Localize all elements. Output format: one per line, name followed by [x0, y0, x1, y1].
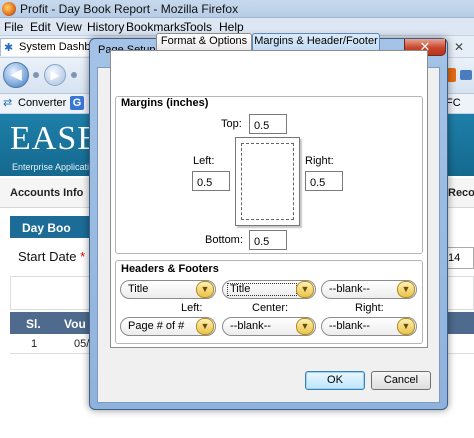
tab-close-icon[interactable]: ✕: [452, 40, 466, 54]
browser-tab-label: System Dashbo: [19, 41, 97, 53]
right-margin-input[interactable]: [305, 171, 343, 191]
menu-file[interactable]: File: [4, 20, 23, 34]
left-margin-input[interactable]: [192, 171, 230, 191]
nav-accounts-info[interactable]: Accounts Info: [10, 187, 83, 199]
margins-group-title: Margins (inches): [119, 97, 211, 109]
left-margin-label: Left:: [193, 155, 215, 167]
dropdown-dot-icon[interactable]: [33, 72, 39, 78]
menu-bookmarks[interactable]: Bookmarks: [126, 20, 186, 34]
top-margin-input[interactable]: [249, 114, 287, 134]
tab-margins-header-footer[interactable]: Margins & Header/Footer: [252, 33, 380, 50]
bookmark-converter[interactable]: Converter: [18, 97, 66, 109]
focus-ring: [227, 283, 297, 296]
converter-icon: ⇄: [3, 97, 13, 109]
dropdown-arrow-icon[interactable]: ▼: [397, 281, 415, 298]
start-date-label: Start Date *: [18, 249, 86, 264]
firefox-logo-icon: [2, 2, 16, 16]
nav-reco[interactable]: Reco: [448, 187, 474, 199]
column-label-right: Right:: [355, 302, 384, 314]
right-margin-label: Right:: [305, 155, 334, 167]
column-label-center: Center:: [252, 302, 289, 314]
page-margin-outline: [241, 143, 294, 220]
forward-button[interactable]: ▶: [44, 64, 66, 86]
dropdown-arrow-icon[interactable]: ▼: [196, 318, 214, 335]
dropdown-arrow-icon[interactable]: ▼: [196, 281, 214, 298]
column-header-voucher: Vou: [64, 317, 86, 331]
dropdown-arrow-icon[interactable]: ▼: [296, 281, 314, 298]
table-cell: 1: [31, 338, 38, 350]
end-date-input[interactable]: 14: [444, 247, 474, 269]
window-title: Profit - Day Book Report - Mozilla Firef…: [20, 2, 239, 16]
dropdown-arrow-icon[interactable]: ▼: [296, 318, 314, 335]
browser-tab[interactable]: ✱ System Dashbo: [0, 38, 97, 56]
google-icon[interactable]: G: [70, 96, 84, 110]
dropdown-dot-icon[interactable]: [71, 72, 77, 78]
bottom-margin-input[interactable]: [249, 230, 287, 250]
tab-format-options[interactable]: Format & Options: [156, 33, 252, 50]
column-header-sl: Sl.: [26, 317, 41, 331]
menu-help[interactable]: Help: [219, 20, 244, 34]
menu-history[interactable]: History: [87, 20, 124, 34]
cancel-button[interactable]: Cancel: [371, 371, 431, 390]
ok-button[interactable]: OK: [305, 371, 365, 390]
column-label-left: Left:: [181, 302, 203, 314]
headers-footers-group-title: Headers & Footers: [119, 263, 221, 275]
brand-subtitle: Enterprise Applicati: [12, 162, 90, 172]
menu-view[interactable]: View: [56, 20, 82, 34]
window-title-bar: Profit - Day Book Report - Mozilla Firef…: [0, 0, 474, 18]
menu-edit[interactable]: Edit: [30, 20, 51, 34]
top-margin-label: Top:: [221, 118, 242, 130]
dropdown-arrow-icon[interactable]: ▼: [397, 318, 415, 335]
brand-logo: EASE: [10, 120, 99, 157]
addon-icon[interactable]: [460, 70, 472, 80]
back-button[interactable]: ◀: [3, 62, 29, 88]
menu-tools[interactable]: Tools: [184, 20, 212, 34]
section-tab-label: Day Boo: [22, 221, 71, 235]
bookmark-fc[interactable]: FC: [446, 97, 461, 109]
table-cell: 05/: [74, 338, 90, 350]
bottom-margin-label: Bottom:: [205, 234, 243, 246]
person-icon: ✱: [4, 42, 14, 54]
required-marker: *: [80, 249, 86, 264]
